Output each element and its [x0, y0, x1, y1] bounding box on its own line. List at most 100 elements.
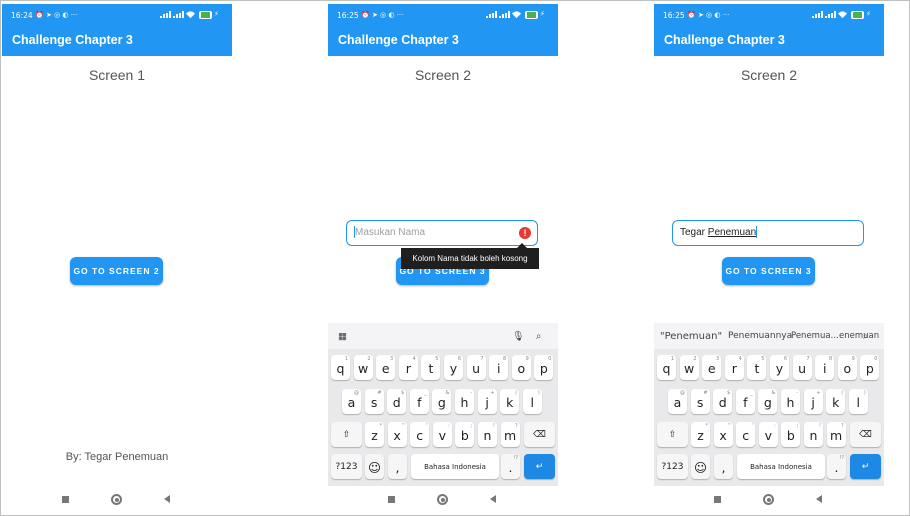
key-y[interactable]: y6 [444, 355, 463, 380]
key-k[interactable]: k( [826, 389, 846, 414]
key-h[interactable]: h- [455, 389, 474, 414]
shift-key[interactable]: ⇧ [331, 422, 362, 447]
key-p[interactable]: p0 [860, 355, 880, 380]
key-i-hint: 8 [503, 356, 507, 362]
symbols-key[interactable]: ?123 [331, 454, 362, 479]
key-w[interactable]: w2 [679, 355, 699, 380]
name-input[interactable]: Masukan Nama ! [346, 220, 538, 246]
key-d-label: d [718, 395, 727, 410]
suggestion-1[interactable]: "Penemuan" [660, 331, 722, 342]
back-icon[interactable] [490, 495, 496, 503]
comma-key[interactable]: , [388, 454, 407, 479]
backspace-key[interactable]: ⌫ [850, 422, 881, 447]
key-f[interactable]: f _ [409, 389, 429, 414]
home-icon[interactable] [111, 494, 122, 505]
key-w[interactable]: w2 [353, 355, 373, 380]
key-m[interactable]: m? [826, 422, 846, 447]
key-b-hint: ; [796, 423, 799, 429]
key-v-label: v [764, 428, 772, 443]
key-h[interactable]: h- [781, 389, 800, 414]
key-c[interactable]: c ' [410, 422, 430, 447]
key-i-label: i [822, 361, 827, 376]
key-b[interactable]: b; [455, 422, 475, 447]
backspace-key[interactable]: ⌫ [524, 422, 555, 447]
key-a[interactable]: a @ [342, 389, 361, 414]
key-g[interactable]: g & [758, 389, 778, 414]
key-r[interactable]: r4 [724, 355, 744, 380]
key-f-label: f [417, 395, 422, 410]
key-o-label: o [517, 361, 526, 376]
key-k[interactable]: k( [500, 389, 520, 414]
key-v[interactable]: v: [432, 422, 452, 447]
suggestion-2[interactable]: Penemuannya [728, 331, 792, 341]
recent-apps-icon[interactable] [388, 496, 395, 503]
key-j[interactable]: j + [803, 389, 823, 414]
recent-apps-icon[interactable] [62, 496, 69, 503]
back-icon[interactable] [164, 495, 170, 503]
symbols-key[interactable]: ?123 [657, 454, 688, 479]
key-u[interactable]: u7 [792, 355, 812, 380]
key-e[interactable]: e3 [702, 355, 722, 380]
key-d[interactable]: d $ [713, 389, 733, 414]
key-x[interactable]: x " [387, 422, 407, 447]
key-l[interactable]: l) [522, 389, 542, 414]
search-icon[interactable]: ⌕ [863, 331, 868, 342]
key-y[interactable]: y6 [770, 355, 789, 380]
key-e-hint: 3 [716, 356, 720, 362]
key-z[interactable]: z * [365, 422, 384, 447]
search-icon[interactable]: ⌕ [536, 331, 541, 342]
microphone-icon[interactable]: 🎙 [512, 331, 524, 342]
emoji-icon: ☺ [693, 460, 708, 475]
go-to-screen-2-button[interactable]: GO TO SCREEN 2 [70, 257, 163, 285]
apps-grid-icon[interactable]: ▦ [338, 331, 347, 342]
emoji-key[interactable]: ☺ [365, 454, 384, 479]
home-icon[interactable] [437, 494, 448, 505]
key-e[interactable]: e3 [376, 355, 396, 380]
key-x[interactable]: x " [713, 422, 733, 447]
key-l[interactable]: l) [848, 389, 868, 414]
comma-key[interactable]: , [714, 454, 733, 479]
emoji-key[interactable]: ☺ [691, 454, 710, 479]
key-y-hint: 6 [783, 356, 787, 362]
key-s[interactable]: s # [364, 389, 384, 414]
name-input[interactable]: Tegar Penemuan [672, 220, 864, 246]
key-q[interactable]: q1 [657, 355, 676, 380]
key-c-label: c [416, 428, 424, 443]
key-g[interactable]: g & [432, 389, 452, 414]
key-q[interactable]: q1 [331, 355, 350, 380]
key-i[interactable]: i8 [815, 355, 835, 380]
key-f[interactable]: f _ [735, 389, 755, 414]
key-o[interactable]: o9 [511, 355, 531, 380]
period-key[interactable]: .!? [827, 454, 846, 479]
key-u[interactable]: u7 [466, 355, 486, 380]
key-m[interactable]: m? [500, 422, 520, 447]
key-r[interactable]: r4 [398, 355, 418, 380]
key-c[interactable]: c ' [736, 422, 756, 447]
recent-apps-icon[interactable] [714, 496, 721, 503]
period-key[interactable]: .!? [501, 454, 520, 479]
key-p[interactable]: p0 [534, 355, 554, 380]
space-key[interactable]: Bahasa Indonesia [737, 454, 825, 479]
key-o[interactable]: o9 [837, 355, 857, 380]
key-i-label: i [496, 361, 501, 376]
key-j[interactable]: j + [477, 389, 497, 414]
key-t[interactable]: t5 [747, 355, 767, 380]
key-n[interactable]: n! [804, 422, 823, 447]
key-z[interactable]: z * [691, 422, 710, 447]
home-icon[interactable] [763, 494, 774, 505]
shift-key[interactable]: ⇧ [657, 422, 688, 447]
key-s[interactable]: s # [690, 389, 710, 414]
enter-key[interactable]: ↵ [524, 454, 555, 479]
key-v[interactable]: v: [758, 422, 778, 447]
key-n[interactable]: n! [478, 422, 497, 447]
key-d[interactable]: d $ [387, 389, 407, 414]
enter-key[interactable]: ↵ [850, 454, 881, 479]
key-b[interactable]: b; [781, 422, 801, 447]
back-icon[interactable] [816, 495, 822, 503]
key-t[interactable]: t5 [421, 355, 441, 380]
key-i[interactable]: i8 [489, 355, 509, 380]
key-k-label: k [832, 395, 840, 410]
go-to-screen-3-button[interactable]: GO TO SCREEN 3 [722, 257, 815, 285]
key-a[interactable]: a @ [668, 389, 687, 414]
space-key[interactable]: Bahasa Indonesia [411, 454, 499, 479]
